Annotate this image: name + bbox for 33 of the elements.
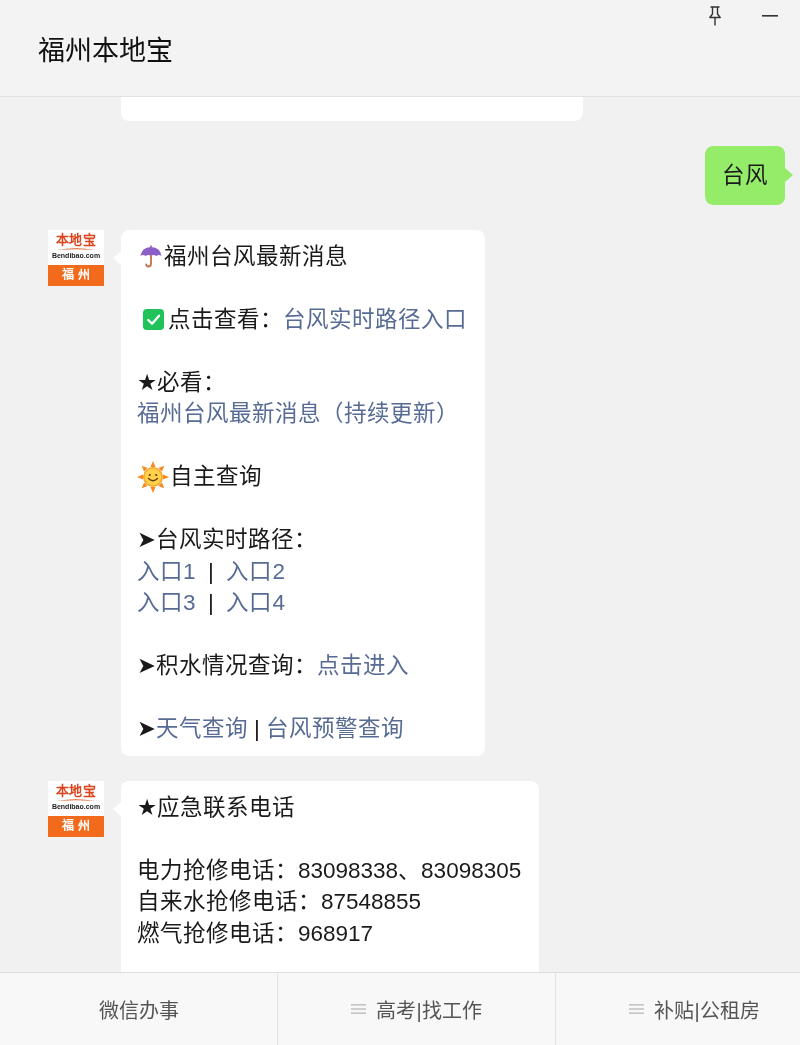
message-text: 燃气抢修电话：968917	[137, 919, 374, 948]
message-text: ➤积水情况查询：点击进入	[137, 652, 409, 680]
link[interactable]: 入口4	[226, 590, 285, 615]
link[interactable]: 点击进入	[316, 653, 409, 678]
umbrella-icon	[139, 244, 163, 269]
avatar-logo-text: 本地宝	[55, 232, 97, 247]
link[interactable]: 入口3	[137, 590, 196, 615]
link[interactable]: 福州台风最新消息（持续更新）	[137, 398, 459, 430]
link[interactable]: 入口1	[137, 558, 196, 584]
avatar-city-label: 福 州	[48, 815, 104, 837]
message-text: ➤天气查询 | 台风预警查询	[137, 715, 405, 743]
message-text: 台风	[722, 162, 768, 190]
link[interactable]: 入口2	[226, 558, 285, 584]
window-title: 福州本地宝	[38, 34, 174, 68]
message-text: 自主查询	[170, 463, 262, 491]
avatar-city-label: 福 州	[48, 264, 104, 286]
link[interactable]: 天气查询	[155, 716, 248, 741]
message-text: ➤台风实时路径：	[137, 526, 317, 554]
link[interactable]: 台风预警查询	[266, 716, 405, 741]
checkmark-icon	[143, 308, 164, 330]
message-text: ★应急联系电话	[137, 793, 296, 822]
pin-icon[interactable]	[707, 6, 723, 26]
message-text: 入口3 | 入口4	[137, 589, 285, 617]
minimize-icon[interactable]	[762, 15, 778, 17]
message-text: 自来水抢修电话：87548855	[137, 888, 422, 916]
message-text: ★必看：	[137, 368, 227, 397]
message-text: 电力抢修电话：83098338、83098305	[137, 856, 522, 885]
link[interactable]: 台风实时路径入口	[283, 306, 467, 332]
message-text: 入口1 | 入口2	[137, 557, 285, 586]
message-text: 福州台风最新消息	[164, 242, 348, 271]
smiling-sun-icon	[137, 460, 169, 493]
message-text: 点击查看：台风实时路径入口	[168, 305, 467, 334]
avatar-logo-text: 本地宝	[55, 783, 97, 798]
